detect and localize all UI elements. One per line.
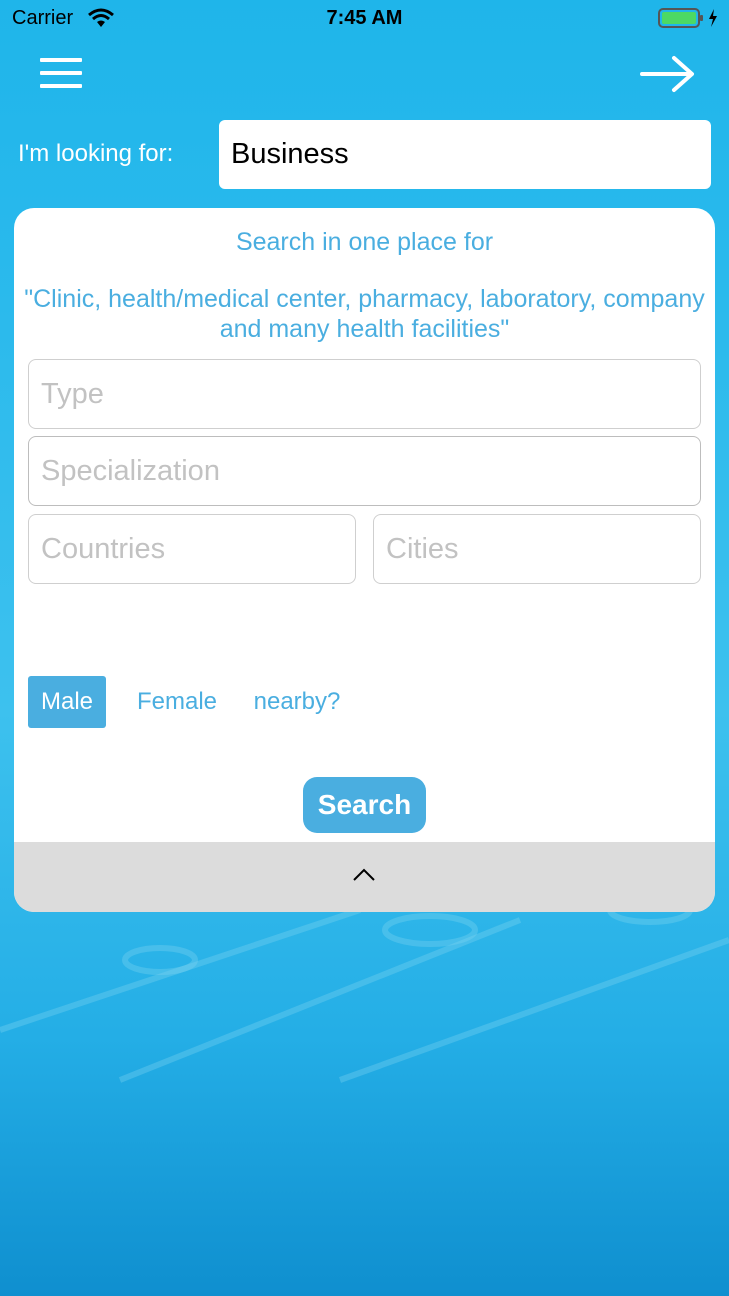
cities-field[interactable]: Cities xyxy=(373,514,701,584)
search-button[interactable]: Search xyxy=(303,777,426,833)
search-card: Search in one place for "Clinic, health/… xyxy=(14,208,715,912)
background-image xyxy=(0,895,729,1083)
menu-icon[interactable] xyxy=(40,58,82,90)
card-subtitle: "Clinic, health/medical center, pharmacy… xyxy=(24,285,705,343)
countries-placeholder: Countries xyxy=(41,532,166,565)
cities-placeholder: Cities xyxy=(386,532,459,565)
looking-for-value: Business xyxy=(231,138,349,170)
status-time: 7:45 AM xyxy=(326,7,403,29)
looking-for-select[interactable]: Business xyxy=(219,120,711,189)
arrow-right-icon[interactable] xyxy=(638,54,696,94)
specialization-field[interactable]: Specialization xyxy=(28,436,701,506)
collapse-bar[interactable] xyxy=(14,842,715,912)
status-bar: Carrier 7:45 AM xyxy=(0,0,729,40)
type-placeholder: Type xyxy=(41,377,104,410)
card-title: Search in one place for xyxy=(235,228,494,256)
battery-charging-icon xyxy=(658,8,717,28)
looking-for-label: I'm looking for: xyxy=(18,140,174,167)
countries-field[interactable]: Countries xyxy=(28,514,356,584)
type-field[interactable]: Type xyxy=(28,359,701,429)
specialization-placeholder: Specialization xyxy=(41,454,220,487)
male-option[interactable]: Male xyxy=(28,676,106,728)
female-option[interactable]: Female xyxy=(124,676,230,728)
nearby-option[interactable]: nearby? xyxy=(242,676,352,728)
chevron-up-icon xyxy=(353,868,375,881)
